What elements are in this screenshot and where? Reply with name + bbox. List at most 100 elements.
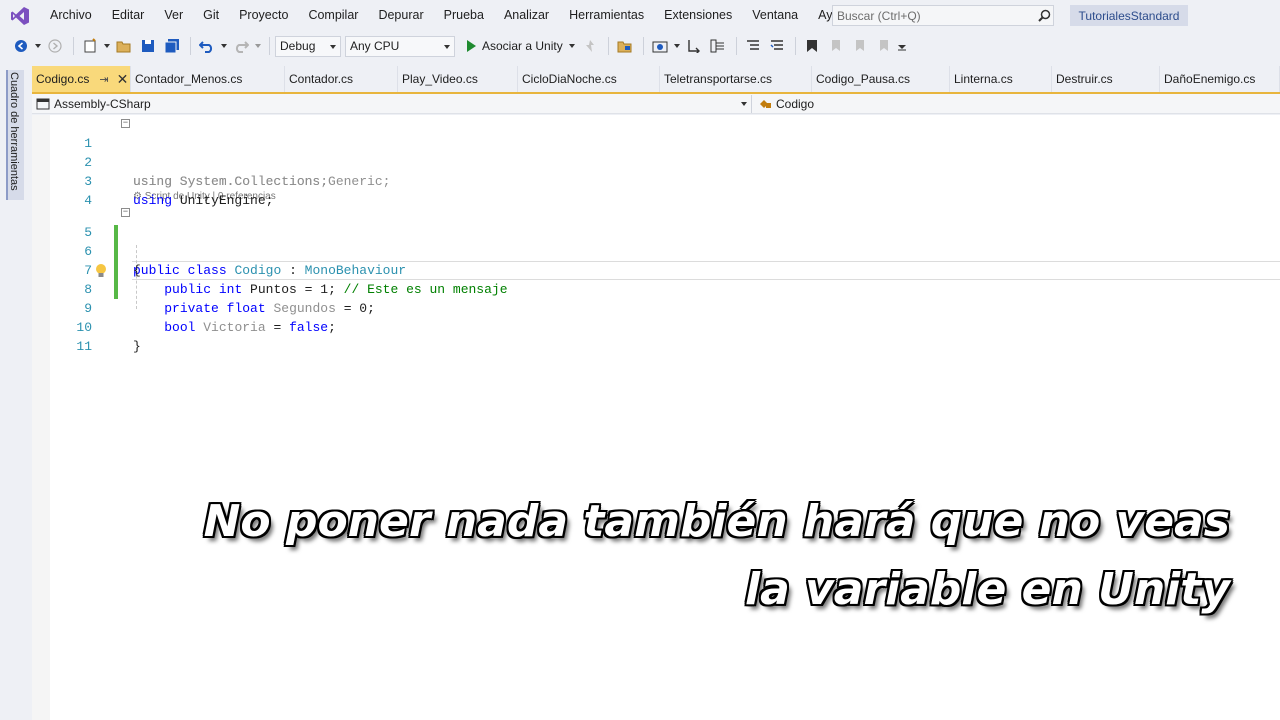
bookmark-icon[interactable] — [801, 35, 823, 57]
platform-select[interactable]: Any CPU — [345, 35, 455, 57]
previous-bookmark-icon[interactable] — [825, 35, 847, 57]
configuration-select[interactable]: Debug — [275, 35, 341, 57]
dropdown-arrow-icon[interactable] — [254, 35, 262, 57]
code-line[interactable]: 5 − public class Codigo : MonoBehaviour — [32, 204, 1280, 279]
menu-depurar[interactable]: Depurar — [368, 0, 433, 31]
menu-proyecto[interactable]: Proyecto — [229, 0, 298, 31]
tab-label: Contador_Menos.cs — [135, 72, 243, 86]
visual-studio-logo-icon[interactable] — [0, 0, 40, 31]
tab-destruir-cs[interactable]: Destruir.cs — [1052, 66, 1160, 92]
tab-label: Contador.cs — [289, 72, 354, 86]
menu-editar[interactable]: Editar — [102, 0, 155, 31]
chevron-down-icon — [444, 44, 450, 49]
play-icon — [467, 40, 476, 52]
hierarchy-icon[interactable] — [707, 35, 729, 57]
attach-to-unity-button[interactable]: Asociar a Unity — [463, 35, 579, 57]
document-tab-bar: Codigo.cs ⇥ ✕ Contador_Menos.cs Contador… — [32, 66, 1280, 94]
tab-ciclodianoche-cs[interactable]: CicloDiaNoche.cs — [518, 66, 660, 92]
tab-label: Play_Video.cs — [402, 72, 478, 86]
collapse-icon[interactable]: − — [121, 208, 130, 217]
toolbar-separator — [735, 37, 737, 55]
code-line[interactable]: 1 − using System.Collections; — [32, 115, 1280, 190]
dropdown-arrow-icon[interactable] — [34, 35, 42, 57]
open-folder-icon[interactable] — [113, 35, 135, 57]
menu-prueba[interactable]: Prueba — [434, 0, 494, 31]
code-line[interactable]: 11 — [32, 318, 1280, 354]
navigation-bar: Assembly-CSharp Codigo — [32, 94, 1280, 114]
menu-herramientas[interactable]: Herramientas — [559, 0, 654, 31]
code-line[interactable]: 9 bool Victoria = false; — [32, 280, 1280, 335]
tab-label: Destruir.cs — [1056, 72, 1113, 86]
class-dropdown[interactable]: Codigo — [752, 97, 814, 111]
clear-bookmarks-icon[interactable] — [873, 35, 895, 57]
dropdown-arrow-icon[interactable] — [103, 35, 111, 57]
video-subtitle: No poner nada también hará que no veas l… — [0, 492, 1280, 632]
toolbar-separator — [642, 37, 644, 55]
save-icon[interactable] — [137, 35, 159, 57]
tab-codigo-cs[interactable]: Codigo.cs ⇥ ✕ — [32, 66, 131, 92]
redo-icon[interactable] — [230, 35, 252, 57]
menu-ventana[interactable]: Ventana — [742, 0, 808, 31]
class-name: Codigo — [776, 96, 815, 111]
project-dropdown[interactable]: Assembly-CSharp — [32, 94, 752, 113]
menu-analizar[interactable]: Analizar — [494, 0, 559, 31]
menu-extensiones[interactable]: Extensiones — [654, 0, 742, 31]
forward-icon[interactable] — [44, 35, 66, 57]
find-in-files-icon[interactable] — [614, 35, 636, 57]
platform-value: Any CPU — [350, 39, 400, 53]
search-input[interactable]: Buscar (Ctrl+Q) — [832, 5, 1054, 26]
tab-codigo-pausa-cs[interactable]: Codigo_Pausa.cs — [812, 66, 950, 92]
back-icon[interactable] — [10, 35, 32, 57]
undo-icon[interactable] — [196, 35, 218, 57]
toolbar-separator — [73, 37, 74, 55]
toolbox-tab-label: Cuadro de herramientas — [8, 72, 20, 191]
project-icon — [36, 98, 50, 109]
menu-bar: Archivo Editar Ver Git Proyecto Compilar… — [0, 0, 1280, 31]
new-project-icon[interactable] — [79, 35, 101, 57]
tab-danoenemigo-cs[interactable]: DañoEnemigo.cs — [1160, 66, 1280, 92]
code-line[interactable]: 8 private float Segundos = 0; — [32, 261, 1280, 316]
menu-git[interactable]: Git — [193, 0, 229, 31]
chevron-down-icon — [741, 101, 747, 106]
comment-out-icon[interactable] — [742, 35, 764, 57]
tab-label: Codigo.cs — [36, 72, 90, 86]
code-line[interactable]: 6 { — [32, 223, 1280, 278]
code-line[interactable]: 7 public int Puntos = 1; // Este es un m… — [32, 242, 1280, 297]
code-line[interactable]: 3 using UnityEngine; — [32, 153, 1280, 208]
hot-reload-icon[interactable] — [579, 35, 601, 57]
uncomment-icon[interactable] — [766, 35, 788, 57]
toolbar-overflow-icon[interactable] — [897, 35, 907, 57]
dropdown-arrow-icon[interactable] — [220, 35, 228, 57]
code-line[interactable]: 4 — [32, 172, 1280, 208]
search-placeholder: Buscar (Ctrl+Q) — [837, 8, 921, 23]
step-into-icon[interactable] — [683, 35, 705, 57]
tab-label: Teletransportarse.cs — [664, 72, 773, 86]
menu-archivo[interactable]: Archivo — [40, 0, 102, 31]
tab-contador-menos-cs[interactable]: Contador_Menos.cs — [131, 66, 285, 92]
chevron-down-icon — [330, 44, 336, 49]
dropdown-arrow-icon[interactable] — [673, 35, 681, 57]
menu-compilar[interactable]: Compilar — [298, 0, 368, 31]
tab-play-video-cs[interactable]: Play_Video.cs — [398, 66, 518, 92]
tab-label: DañoEnemigo.cs — [1164, 72, 1256, 86]
search-icon — [1035, 7, 1053, 25]
chevron-down-icon — [568, 44, 575, 48]
solution-name-badge[interactable]: TutorialesStandard — [1070, 5, 1188, 26]
tab-label: Codigo_Pausa.cs — [816, 72, 911, 86]
tab-teletransportarse-cs[interactable]: Teletransportarse.cs — [660, 66, 812, 92]
configuration-value: Debug — [280, 39, 316, 53]
code-line[interactable]: 2 using System.Collections.Generic; — [32, 134, 1280, 189]
menu-ver[interactable]: Ver — [154, 0, 193, 31]
tab-linterna-cs[interactable]: Linterna.cs — [950, 66, 1052, 92]
tab-contador-cs[interactable]: Contador.cs — [285, 66, 398, 92]
collapse-icon[interactable]: − — [121, 119, 130, 128]
close-icon[interactable]: ✕ — [117, 71, 129, 88]
pin-icon[interactable]: ⇥ — [99, 73, 108, 86]
subtitle-line-2: la variable en Unity — [744, 564, 1230, 615]
save-all-icon[interactable] — [161, 35, 183, 57]
screenshot-icon[interactable] — [649, 35, 671, 57]
toolbar-separator — [190, 37, 191, 55]
next-bookmark-icon[interactable] — [849, 35, 871, 57]
code-line[interactable]: 10 } — [32, 299, 1280, 354]
line-number: 11 — [76, 339, 92, 354]
